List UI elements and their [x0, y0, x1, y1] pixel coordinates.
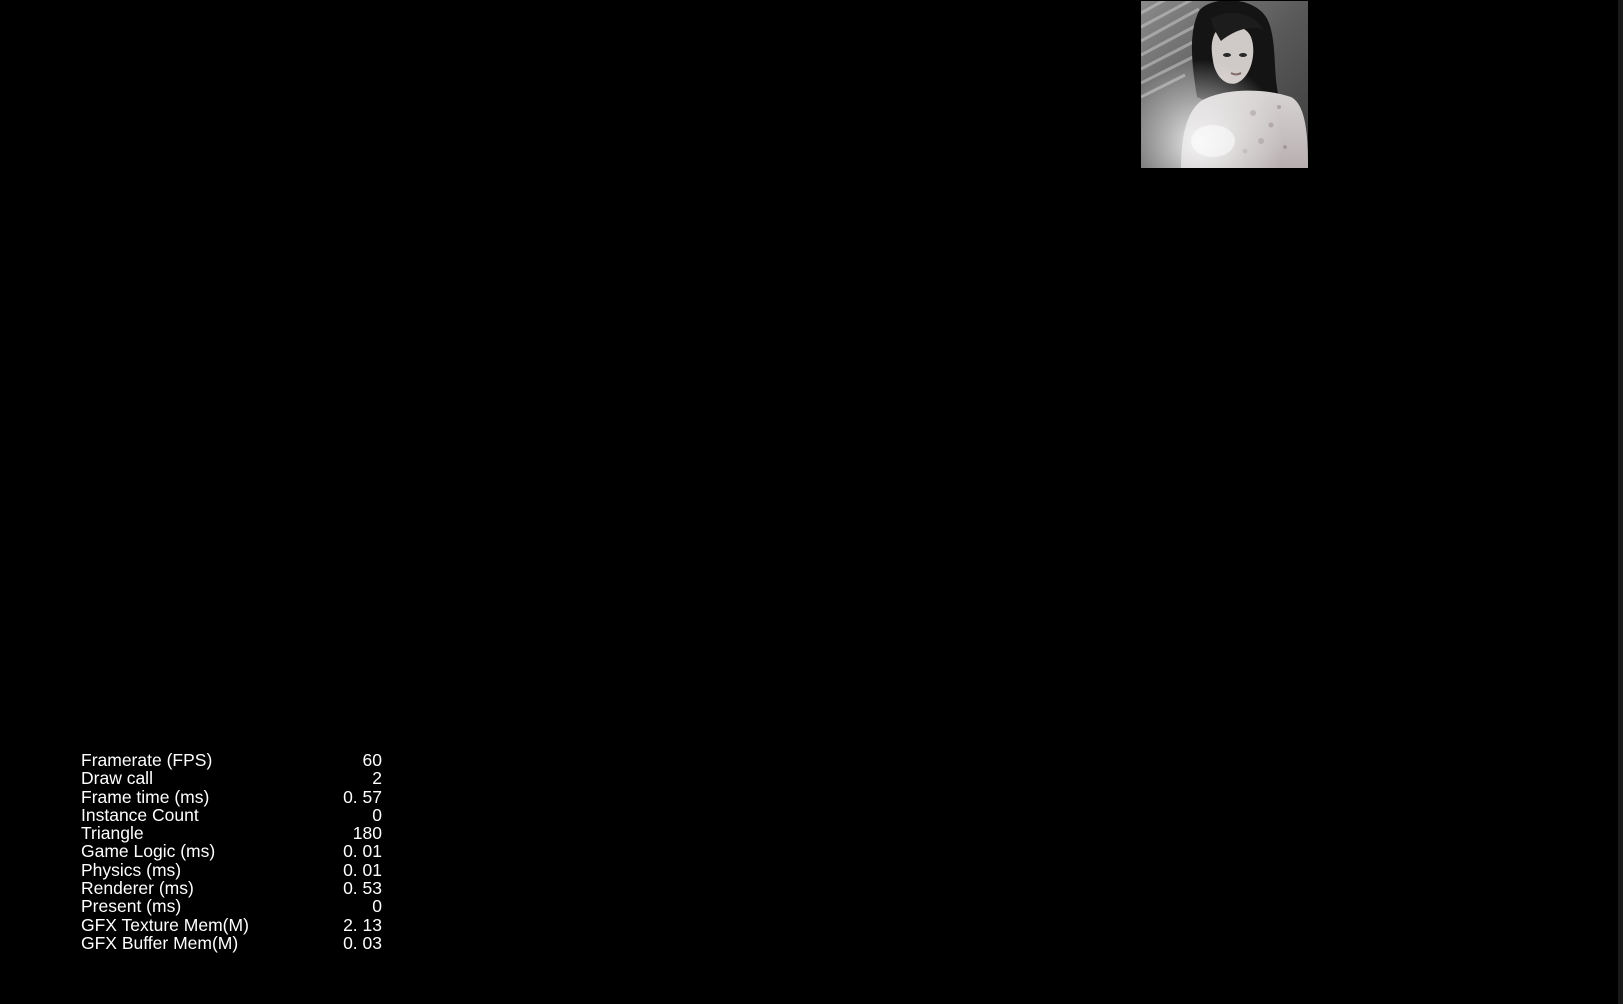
stat-label: Physics (ms): [81, 859, 182, 880]
portrait-image: [1141, 1, 1308, 168]
stat-row-gfx-buffer-mem: GFX Buffer Mem(M) 0. 03: [81, 932, 382, 953]
stat-row-draw-call: Draw call 2: [81, 768, 382, 789]
stat-row-present: Present (ms) 0: [81, 896, 382, 917]
stat-label: Triangle: [81, 823, 144, 844]
stat-row-physics: Physics (ms) 0. 01: [81, 859, 382, 880]
stat-label: Framerate (FPS): [81, 750, 213, 770]
window-edge: [1618, 0, 1623, 1004]
stat-label: Draw call: [81, 768, 153, 789]
stat-value: 0. 01: [343, 859, 382, 880]
stat-label: Frame time (ms): [81, 786, 210, 807]
stat-label: Present (ms): [81, 896, 182, 917]
stat-label: Instance Count: [81, 804, 199, 825]
stat-row-frame-time: Frame time (ms) 0. 57: [81, 786, 382, 807]
stat-value: 2. 13: [343, 914, 382, 935]
stat-value: 0: [372, 804, 382, 825]
stat-row-instance-count: Instance Count 0: [81, 804, 382, 825]
stat-row-renderer: Renderer (ms) 0. 53: [81, 878, 382, 899]
stat-value: 0. 01: [343, 841, 382, 862]
stat-row-gfx-texture-mem: GFX Texture Mem(M) 2. 13: [81, 914, 382, 935]
game-canvas[interactable]: Framerate (FPS) 60 Draw call 2 Frame tim…: [0, 0, 1623, 1004]
portrait-sprite: [1141, 1, 1308, 168]
stat-value: 2: [372, 768, 382, 789]
stat-label: Game Logic (ms): [81, 841, 216, 862]
stats-panel: Framerate (FPS) 60 Draw call 2 Frame tim…: [81, 750, 382, 953]
stat-value: 180: [352, 823, 382, 844]
stat-value: 0. 53: [343, 878, 382, 899]
stat-label: GFX Buffer Mem(M): [81, 932, 239, 953]
stat-label: Renderer (ms): [81, 878, 194, 899]
stat-label: GFX Texture Mem(M): [81, 914, 249, 935]
stat-value: 0. 03: [343, 932, 382, 953]
stat-value: 60: [362, 750, 382, 770]
stat-row-triangle: Triangle 180: [81, 823, 382, 844]
stat-row-game-logic: Game Logic (ms) 0. 01: [81, 841, 382, 862]
stat-row-framerate: Framerate (FPS) 60: [81, 750, 382, 770]
stat-value: 0. 57: [343, 786, 382, 807]
stat-value: 0: [372, 896, 382, 917]
